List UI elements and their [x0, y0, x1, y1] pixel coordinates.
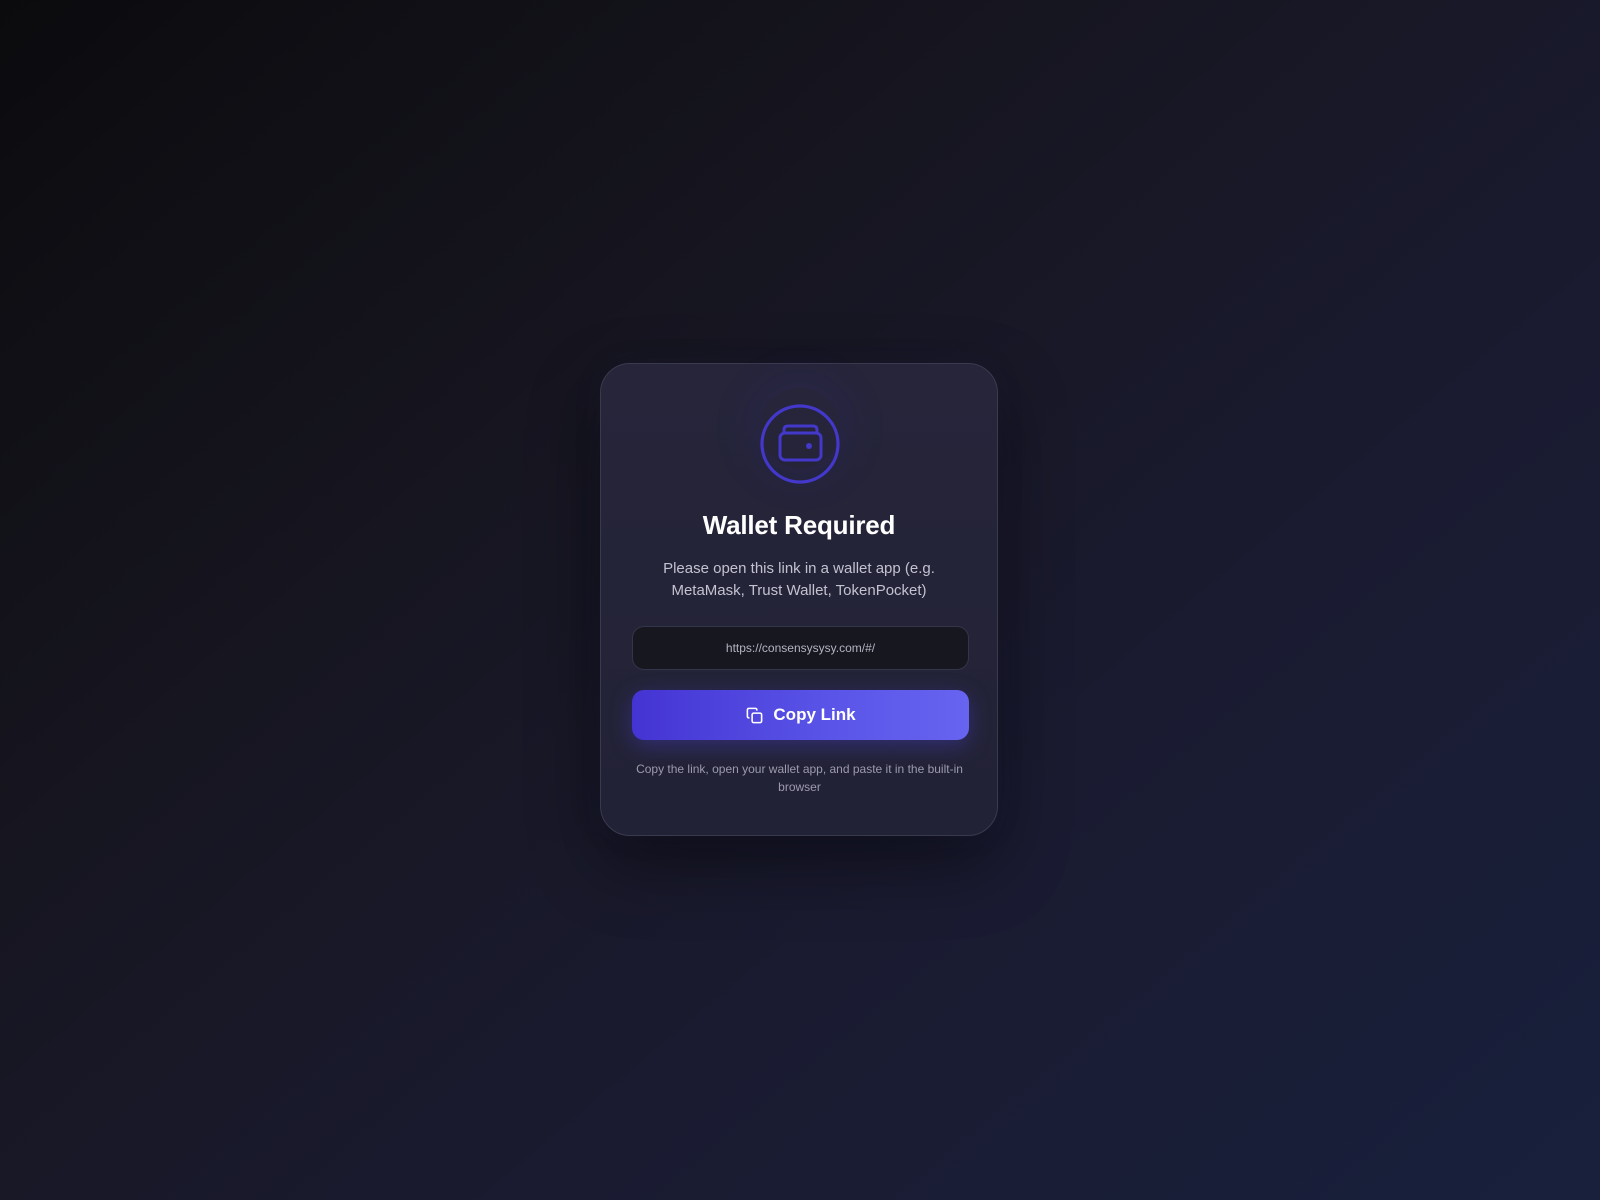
copy-link-button[interactable]: Copy Link: [632, 690, 969, 740]
dialog-title: Wallet Required: [702, 510, 896, 540]
instruction-hint: Copy the link, open your wallet app, and…: [636, 762, 963, 794]
copy-link-label: Copy Link: [773, 705, 856, 724]
dialog-subtitle: Please open this link in a wallet app (e…: [663, 560, 935, 599]
url-text: https://consensysysy.com/#/: [725, 641, 876, 655]
wallet-required-card: Wallet Required Please open this link in…: [600, 363, 998, 836]
copy-icon: [745, 706, 764, 725]
wallet-icon: [760, 404, 840, 484]
url-display[interactable]: https://consensysysy.com/#/: [632, 626, 969, 670]
